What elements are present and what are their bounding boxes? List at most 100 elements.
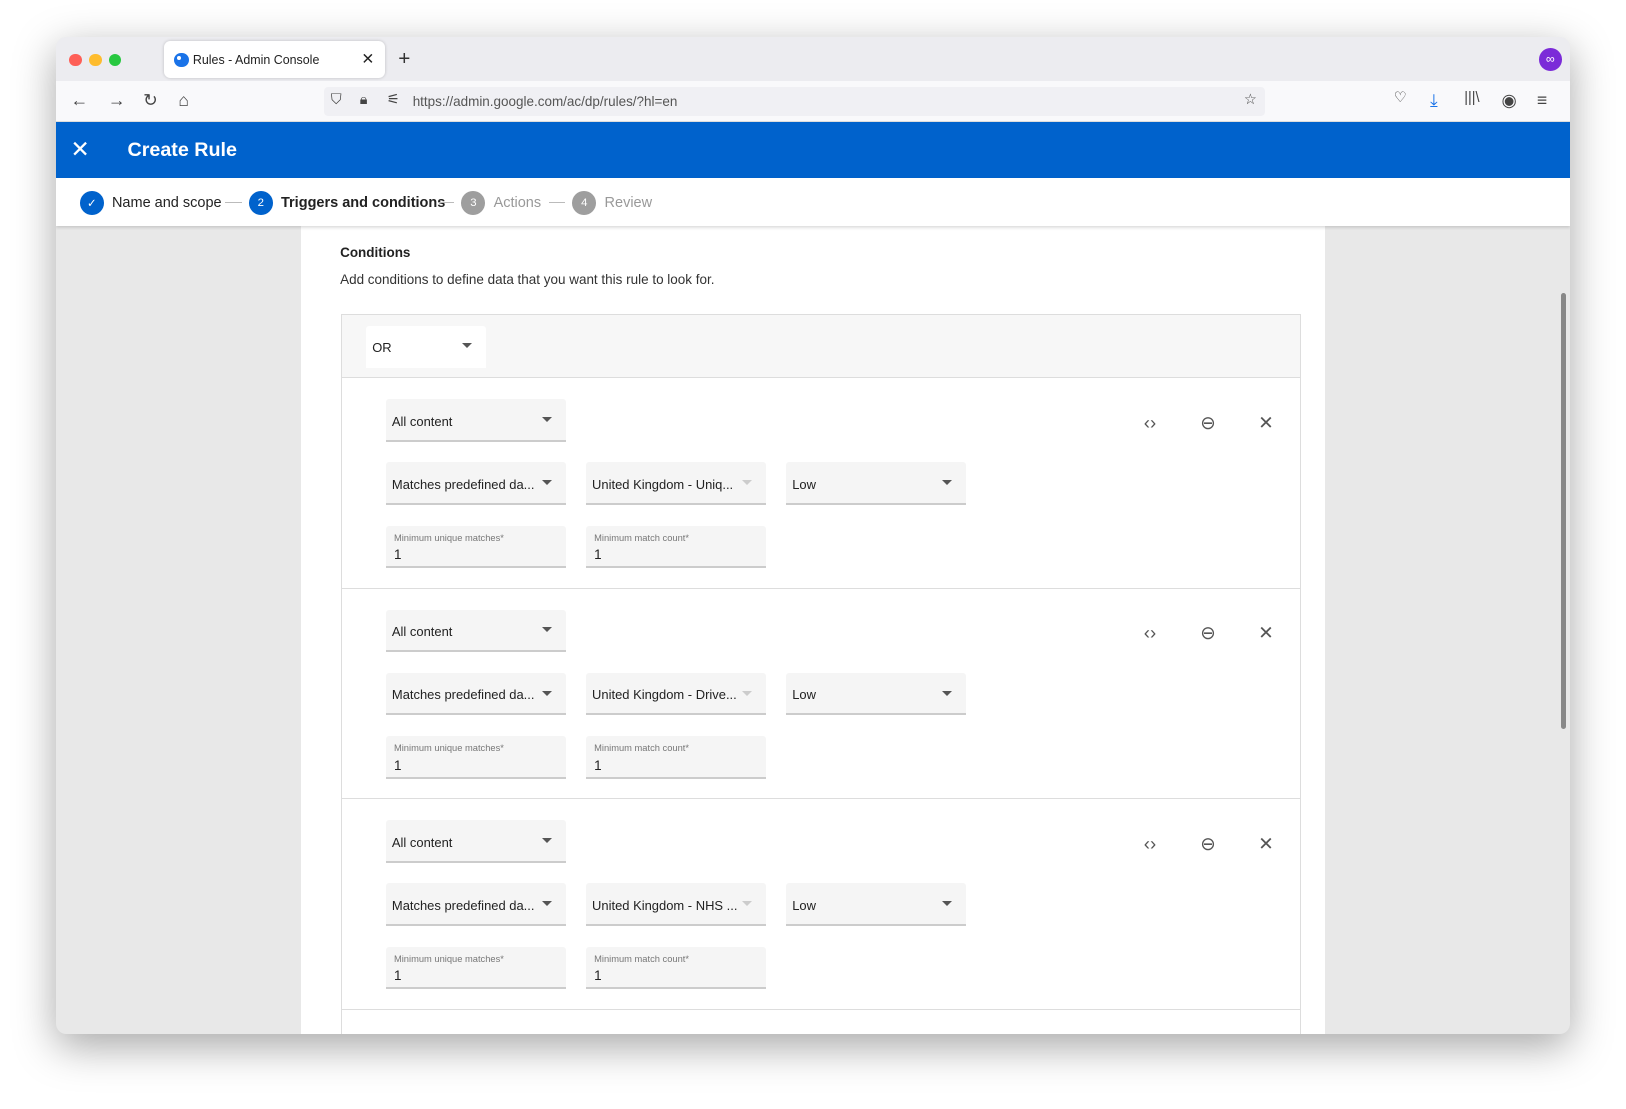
close-window-button[interactable] (69, 53, 82, 67)
chevron-down-icon (941, 901, 952, 906)
field-value: 1 (594, 968, 602, 984)
check-icon: ✓ (79, 190, 104, 215)
reload-icon[interactable]: ↻ (143, 90, 158, 111)
min-unique-matches-input[interactable]: Minimum unique matches* 1 (385, 525, 567, 569)
field-value: 1 (594, 757, 602, 773)
address-bar[interactable]: ⛉ 🔒︎ ⚟ https://admin.google.com/ac/dp/ru… (323, 87, 1266, 117)
scrollbar[interactable] (1560, 293, 1566, 729)
match-type-value: Matches predefined da... (391, 687, 535, 703)
app-header: ✕ Create Rule (55, 122, 1570, 179)
field-label: Minimum match count* (594, 953, 689, 964)
remove-circle-icon[interactable]: ⊖ (1197, 833, 1220, 855)
shield-icon: ⛉ (330, 92, 342, 109)
code-icon[interactable]: ‹› (1139, 622, 1162, 644)
browser-tab[interactable]: Rules - Admin Console ✕ (163, 41, 385, 78)
section-description: Add conditions to define data that you w… (340, 271, 715, 287)
likelihood-value: Low (792, 687, 816, 703)
match-type-value: Matches predefined da... (391, 476, 535, 492)
pocket-icon[interactable]: ♡ (1394, 90, 1407, 106)
permissions-icon: ⚟ (386, 92, 400, 109)
step-label: Name and scope (111, 194, 222, 211)
forward-icon[interactable]: → (108, 90, 126, 111)
field-label: Minimum match count* (594, 532, 689, 543)
conditions-group: OR All content ‹› ⊖ ✕ Matches predefined… (341, 314, 1302, 1034)
scope-select[interactable]: All content (385, 609, 567, 653)
chevron-down-icon (741, 901, 752, 906)
likelihood-select[interactable]: Low (785, 883, 967, 926)
extension-icon[interactable]: ∞ (1538, 47, 1562, 71)
bookmark-star-icon[interactable]: ☆ (1244, 92, 1257, 108)
detector-select[interactable]: United Kingdom - Uniq... (585, 462, 767, 505)
field-label: Minimum unique matches* (393, 953, 504, 964)
chevron-down-icon (741, 690, 752, 696)
step-number: 3 (461, 190, 486, 215)
chevron-down-icon (541, 837, 552, 843)
field-value: 1 (393, 547, 402, 563)
section-heading: Conditions (340, 244, 411, 260)
code-icon[interactable]: ‹› (1139, 412, 1162, 434)
match-type-value: Matches predefined da... (391, 897, 535, 913)
step-name-and-scope[interactable]: ✓ Name and scope (79, 190, 222, 215)
likelihood-value: Low (792, 476, 816, 492)
scope-value: All content (391, 413, 453, 429)
stepper: ✓ Name and scope 2 Triggers and conditions… (55, 178, 1570, 227)
download-icon[interactable]: ⤓ (1430, 90, 1438, 111)
match-type-select[interactable]: Matches predefined da... (385, 462, 567, 505)
field-label: Minimum unique matches* (393, 532, 504, 543)
step-actions[interactable]: 3 Actions (461, 190, 542, 215)
detector-value: United Kingdom - Drive... (592, 687, 737, 703)
close-tab-icon[interactable]: ✕ (361, 50, 374, 69)
min-match-count-input[interactable]: Minimum match count* 1 (585, 946, 767, 990)
match-type-select[interactable]: Matches predefined da... (385, 672, 567, 716)
step-number: 4 (572, 190, 597, 215)
step-label: Review (604, 194, 653, 211)
min-match-count-input[interactable]: Minimum match count* 1 (585, 736, 767, 779)
field-value: 1 (594, 547, 602, 563)
new-tab-icon[interactable]: + (398, 47, 410, 71)
close-icon[interactable]: ✕ (1255, 622, 1278, 644)
close-icon[interactable]: ✕ (1255, 833, 1278, 855)
scope-select[interactable]: All content (385, 399, 567, 442)
close-icon[interactable]: ✕ (71, 136, 90, 163)
step-review[interactable]: 4 Review (572, 190, 653, 215)
likelihood-select[interactable]: Low (785, 462, 967, 505)
chevron-down-icon (941, 690, 952, 696)
scope-select[interactable]: All content (385, 820, 567, 863)
tab-title: Rules - Admin Console (192, 52, 320, 67)
step-label: Actions (493, 194, 542, 211)
operator-select[interactable]: OR (365, 325, 487, 369)
library-icon[interactable]: |||\ (1464, 90, 1479, 106)
back-icon[interactable]: ← (71, 90, 89, 111)
browser-window: Rules - Admin Console ✕ + ∞ ← → ↻ ⌂ ⛉ 🔒︎… (55, 37, 1570, 1034)
detector-select[interactable]: United Kingdom - NHS ... (585, 883, 767, 926)
min-match-count-input[interactable]: Minimum match count* 1 (585, 525, 767, 569)
step-triggers-and-conditions[interactable]: 2 Triggers and conditions (248, 190, 446, 215)
detector-value: United Kingdom - Uniq... (592, 476, 734, 492)
remove-circle-icon[interactable]: ⊖ (1197, 622, 1220, 644)
match-type-select[interactable]: Matches predefined da... (385, 883, 567, 926)
minimize-window-button[interactable] (89, 53, 102, 67)
code-icon[interactable]: ‹› (1139, 833, 1162, 855)
tab-bar: Rules - Admin Console ✕ + ∞ (55, 37, 1570, 81)
chevron-down-icon (461, 343, 472, 348)
home-icon[interactable]: ⌂ (178, 90, 189, 111)
menu-icon[interactable]: ≡ (1537, 90, 1547, 111)
detector-value: United Kingdom - NHS ... (592, 897, 738, 913)
min-unique-matches-input[interactable]: Minimum unique matches* 1 (385, 946, 567, 990)
step-label: Triggers and conditions (280, 194, 446, 211)
chevron-down-icon (541, 901, 552, 906)
chevron-down-icon (541, 416, 552, 422)
remove-circle-icon[interactable]: ⊖ (1197, 412, 1220, 434)
chevron-down-icon (741, 480, 752, 485)
field-value: 1 (393, 968, 402, 984)
account-icon[interactable]: ◉ (1502, 90, 1517, 111)
likelihood-select[interactable]: Low (785, 672, 967, 716)
step-number: 2 (248, 190, 273, 215)
close-icon[interactable]: ✕ (1255, 412, 1278, 434)
chevron-down-icon (541, 480, 552, 485)
detector-select[interactable]: United Kingdom - Drive... (585, 672, 767, 716)
min-unique-matches-input[interactable]: Minimum unique matches* 1 (385, 736, 567, 779)
page-title: Create Rule (127, 138, 237, 161)
maximize-window-button[interactable] (108, 53, 122, 67)
chevron-down-icon (541, 627, 552, 633)
